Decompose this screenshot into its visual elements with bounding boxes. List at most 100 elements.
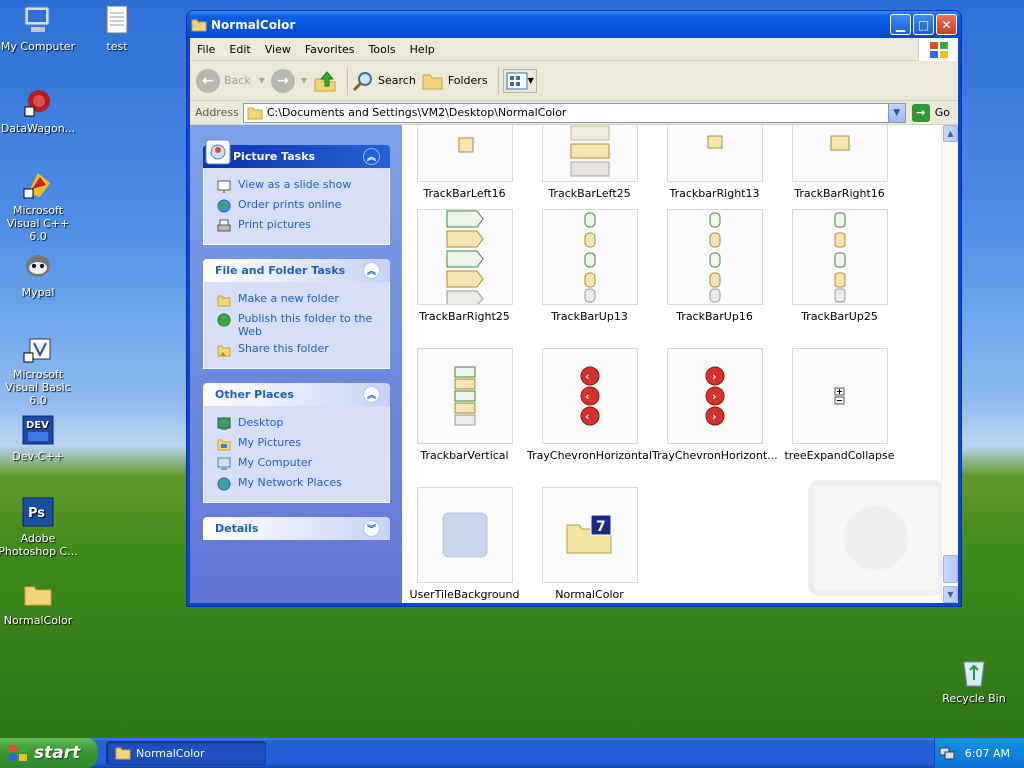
search-button[interactable]: Search xyxy=(352,70,416,92)
close-button[interactable]: ✕ xyxy=(936,14,957,35)
file-name: NormalColor xyxy=(555,588,624,601)
window-content: Picture Tasks ︽ View as a slide show Ord… xyxy=(190,125,958,603)
collapse-icon[interactable]: ︽ xyxy=(363,262,380,279)
explorer-window: NormalColor ▁ □ ✕ File Edit View Favorit… xyxy=(186,10,962,607)
file-name: TrackbarVertical xyxy=(420,449,509,462)
minimize-icon: ▁ xyxy=(895,17,906,32)
search-label: Search xyxy=(378,74,416,87)
desktop-icon xyxy=(216,416,232,432)
clock[interactable]: 6:07 AM xyxy=(965,747,1010,760)
minimize-button[interactable]: ▁ xyxy=(890,14,911,35)
menu-tools[interactable]: Tools xyxy=(362,43,403,56)
file-item[interactable]: TrackBarRight25 xyxy=(402,209,527,323)
up-folder-button[interactable] xyxy=(313,69,337,93)
details-header[interactable]: Details ︾ xyxy=(203,517,390,540)
scroll-down-button[interactable]: ▼ xyxy=(943,586,958,603)
desktop-icon-label: Adobe Photoshop C... xyxy=(0,532,78,558)
task-print-pictures[interactable]: Print pictures xyxy=(216,218,381,234)
task-label: Print pictures xyxy=(238,218,311,231)
place-my-pictures[interactable]: My Pictures xyxy=(216,436,381,452)
task-share-folder[interactable]: Share this folder xyxy=(216,342,381,358)
scroll-thumb[interactable] xyxy=(943,555,958,583)
picture-tasks-header[interactable]: Picture Tasks ︽ xyxy=(203,139,390,168)
other-places-header[interactable]: Other Places ︽ xyxy=(203,383,390,406)
desktop-icon-visual-cpp[interactable]: Microsoft Visual C++ 6.0 xyxy=(0,168,78,243)
go-button[interactable]: → Go xyxy=(911,103,950,122)
scroll-up-button[interactable]: ▲ xyxy=(943,125,958,142)
task-label: Publish this folder to the Web xyxy=(238,312,373,338)
toolbar-separator xyxy=(497,66,499,95)
forward-button[interactable]: → ▼ xyxy=(270,68,307,93)
address-dropdown-button[interactable]: ▼ xyxy=(887,103,905,122)
menu-edit[interactable]: Edit xyxy=(222,43,257,56)
folder-icon xyxy=(247,107,263,119)
menu-file[interactable]: File xyxy=(190,43,222,56)
file-item[interactable]: TrackbarRight13 xyxy=(652,125,777,200)
file-thumbnail xyxy=(541,209,638,305)
desktop-icon-normalcolor-folder[interactable]: NormalColor xyxy=(0,578,78,627)
file-item[interactable]: TrackBarUp25 xyxy=(777,209,902,323)
place-desktop[interactable]: Desktop xyxy=(216,416,381,432)
back-button[interactable]: ← Back ▼ xyxy=(196,68,265,93)
file-folder-tasks-header[interactable]: File and Folder Tasks ︽ xyxy=(203,259,390,282)
file-item[interactable]: TrackBarUp16 xyxy=(652,209,777,323)
folders-button[interactable]: Folders xyxy=(422,71,488,91)
title-bar[interactable]: NormalColor ▁ □ ✕ xyxy=(187,11,961,38)
svg-text:Ps: Ps xyxy=(28,506,45,521)
desktop-icon-my-computer[interactable]: My Computer xyxy=(0,4,78,53)
menu-bar: File Edit View Favorites Tools Help xyxy=(190,38,958,61)
expand-icon[interactable]: ︾ xyxy=(363,520,380,537)
taskbar-item-label: NormalColor xyxy=(136,746,205,760)
chevron-down-icon: ▼ xyxy=(947,590,954,599)
file-item[interactable]: TrackBarRight16 xyxy=(777,125,902,200)
network-places-icon xyxy=(216,476,232,492)
task-pane: Picture Tasks ︽ View as a slide show Ord… xyxy=(190,125,402,603)
maximize-button[interactable]: □ xyxy=(913,14,934,35)
file-item[interactable]: TrackBarLeft25 xyxy=(527,125,652,200)
start-button[interactable]: start xyxy=(0,738,98,768)
toolbar: ← Back ▼ → ▼ Search Folders ▼ xyxy=(190,61,958,101)
file-item[interactable]: TrackBarLeft16 xyxy=(402,125,527,200)
file-thumbnail xyxy=(791,348,888,444)
place-my-network-places[interactable]: My Network Places xyxy=(216,476,381,492)
desktop-icon-recycle-bin[interactable]: Recycle Bin xyxy=(934,656,1014,705)
place-my-computer[interactable]: My Computer xyxy=(216,456,381,472)
collapse-icon[interactable]: ︽ xyxy=(363,148,380,165)
place-label: My Computer xyxy=(238,456,313,469)
task-publish-web[interactable]: Publish this folder to the Web xyxy=(216,312,381,338)
task-label: Make a new folder xyxy=(238,292,339,305)
desktop-icon-test[interactable]: test xyxy=(77,4,157,53)
vertical-scrollbar[interactable]: ▲ ▼ xyxy=(941,125,958,603)
file-item[interactable]: ‹ ‹ ‹ TrayChevronHorizontal xyxy=(527,348,652,462)
desktop-icon-photoshop[interactable]: Ps Adobe Photoshop C... xyxy=(0,496,78,558)
file-item[interactable]: 7 NormalColor xyxy=(527,487,652,601)
desktop-icon-datawagon[interactable]: DataWagon... xyxy=(0,86,78,135)
desktop-icon-label: Dev-C++ xyxy=(12,450,64,463)
file-item[interactable]: › › › TrayChevronHorizont... xyxy=(652,348,778,462)
other-places-title: Other Places xyxy=(215,388,294,401)
file-item[interactable]: TrackBarUp13 xyxy=(527,209,652,323)
menu-help[interactable]: Help xyxy=(403,43,442,56)
desktop-icon-visual-basic[interactable]: Microsoft Visual Basic 6.0 xyxy=(0,332,78,407)
file-item[interactable]: TrackbarVertical xyxy=(402,348,527,462)
network-tray-icon[interactable] xyxy=(939,746,955,760)
desktop-icon-dev-cpp[interactable]: DEV Dev-C++ xyxy=(0,414,78,463)
task-view-slideshow[interactable]: View as a slide show xyxy=(216,178,381,194)
file-thumbnail xyxy=(666,125,763,182)
menu-favorites[interactable]: Favorites xyxy=(298,43,362,56)
my-computer-icon xyxy=(216,456,232,472)
address-input[interactable]: C:\Documents and Settings\VM2\Desktop\No… xyxy=(242,102,906,123)
views-button[interactable]: ▼ xyxy=(502,68,537,93)
task-order-prints[interactable]: Order prints online xyxy=(216,198,381,214)
task-label: Share this folder xyxy=(238,342,329,355)
file-item[interactable]: treeExpandCollapse xyxy=(777,348,902,462)
file-item[interactable]: UserTileBackground xyxy=(402,487,527,601)
collapse-icon[interactable]: ︽ xyxy=(363,386,380,403)
menu-view[interactable]: View xyxy=(258,43,298,56)
globe-icon xyxy=(216,198,232,214)
svg-text:›: › xyxy=(712,370,717,383)
taskbar-item-normalcolor[interactable]: NormalColor xyxy=(106,741,266,765)
file-name: TrayChevronHorizontal xyxy=(527,449,652,462)
task-new-folder[interactable]: Make a new folder xyxy=(216,292,381,308)
desktop-icon-mypal[interactable]: Mypal xyxy=(0,250,78,299)
